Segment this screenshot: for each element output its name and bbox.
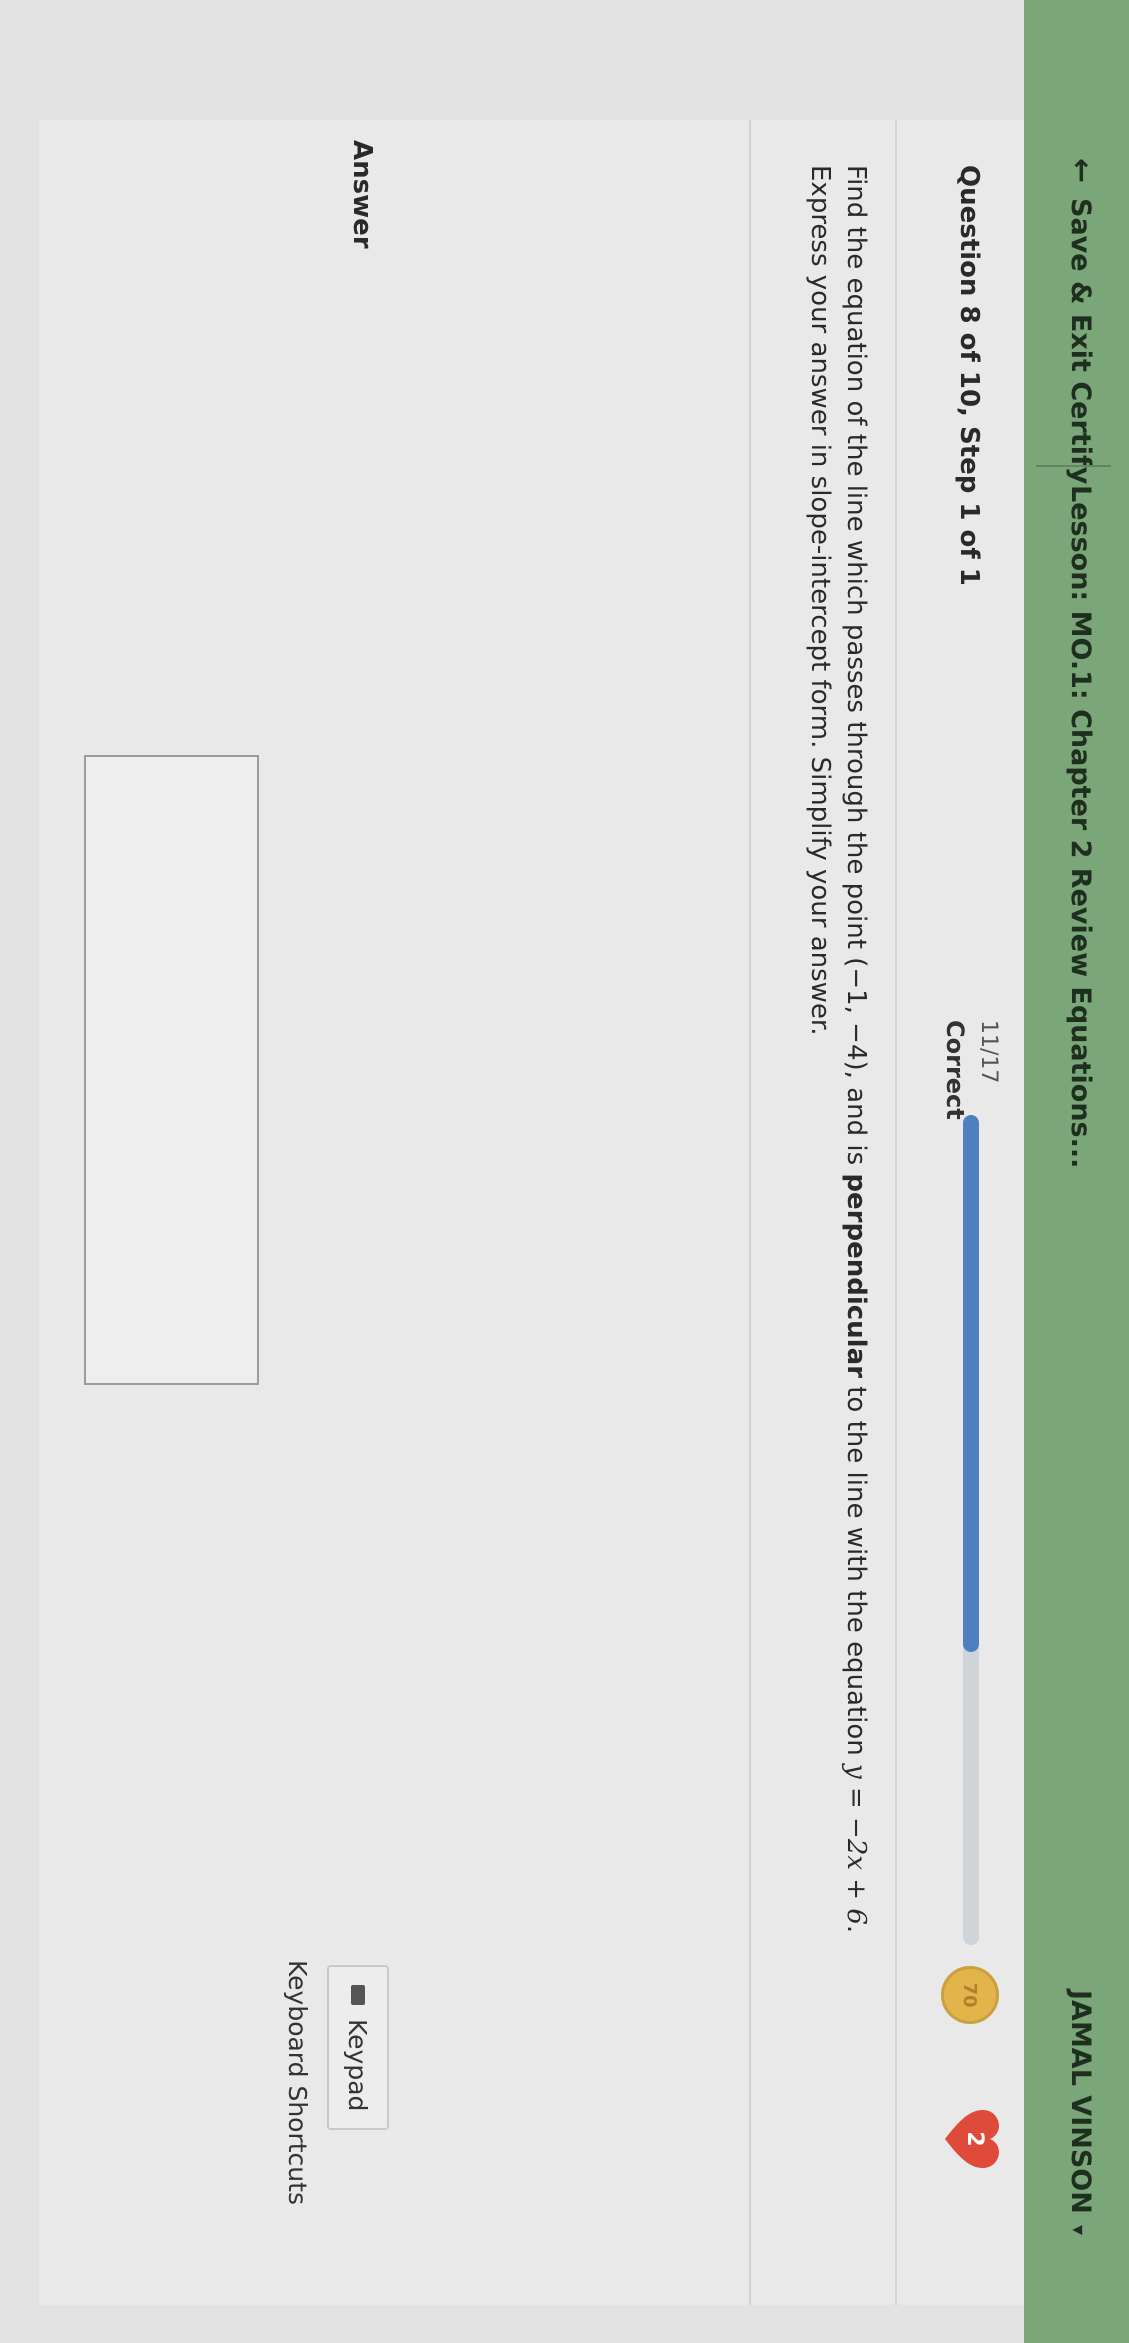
keyboard-shortcuts-link[interactable]: Keyboard Shortcuts	[283, 1960, 312, 2205]
save-exit-link[interactable]: Save & Exit Certify	[1065, 198, 1096, 484]
user-name[interactable]: JAMAL VINSON	[1065, 1990, 1096, 2214]
correct-label: Correct	[941, 1020, 969, 1120]
medal-label: 70	[959, 1982, 981, 2008]
page-rotated-stage: ← Save & Exit Certify Lesson: MO.1: Chap…	[0, 0, 1129, 2343]
keypad-icon	[351, 1985, 365, 2005]
question-prompt: Find the equation of the line which pass…	[802, 165, 874, 2165]
point-coordinates: (−1, −4)	[841, 957, 871, 1071]
hearts-count: 2	[962, 2131, 987, 2147]
header-divider	[1036, 465, 1111, 467]
prompt-line-2: Express your answer in slope-intercept f…	[805, 165, 835, 1036]
keypad-button[interactable]: Keypad	[327, 1965, 389, 2130]
score-fraction: 11/17	[976, 1020, 1001, 1084]
top-header-bar: ← Save & Exit Certify Lesson: MO.1: Chap…	[1024, 0, 1129, 2343]
answer-input[interactable]	[84, 755, 259, 1385]
lesson-title: Lesson: MO.1: Chapter 2 Review Equations…	[1065, 485, 1096, 1169]
divider-top	[895, 120, 897, 2305]
prompt-line-1: Find the equation of the line which pass…	[838, 165, 874, 2165]
heart-icon: 2	[941, 2108, 1001, 2170]
medal-icon: 70	[941, 1966, 999, 2024]
question-number: Question 8 of 10, Step 1 of 1	[954, 165, 984, 586]
back-arrow-icon[interactable]: ←	[1064, 158, 1099, 183]
progress-bar	[963, 1115, 979, 1945]
prompt-emphasis: perpendicular	[841, 1173, 871, 1378]
answer-label: Answer	[347, 140, 377, 249]
prompt-text-3: to the line with the equation	[841, 1377, 871, 1765]
prompt-text-4: .	[841, 1924, 871, 1934]
keypad-label: Keypad	[343, 2019, 373, 2112]
prompt-text-2: , and is	[841, 1070, 871, 1174]
divider-bottom	[749, 120, 751, 2305]
given-equation: y = −2x + 6	[841, 1764, 871, 1925]
chevron-down-icon[interactable]: ▾	[1067, 2225, 1091, 2235]
progress-bar-fill	[963, 1115, 979, 1652]
prompt-text-1: Find the equation of the line which pass…	[841, 165, 871, 958]
